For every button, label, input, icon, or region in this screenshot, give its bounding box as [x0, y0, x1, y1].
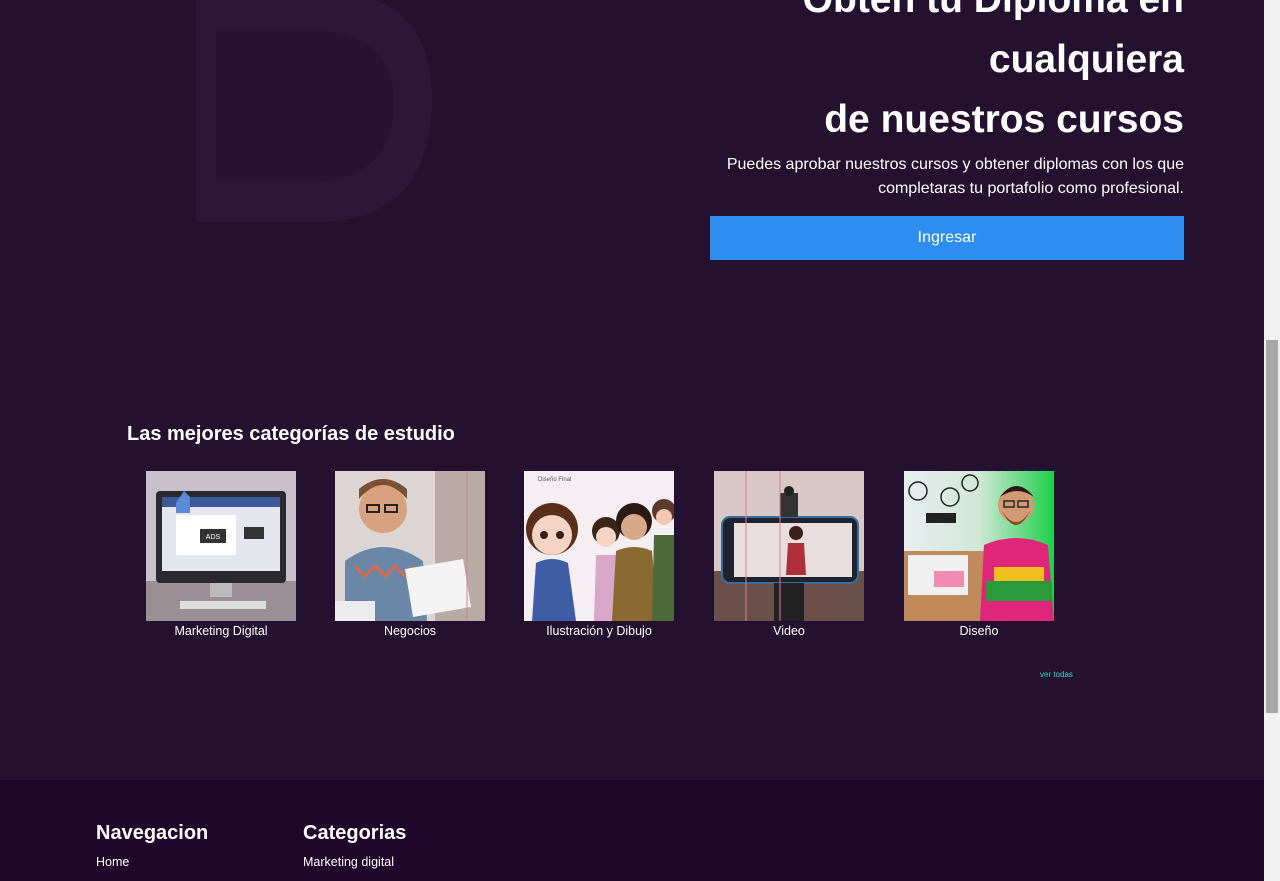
footer-nav-column: Navegacion Home — [96, 822, 208, 869]
footer-link-marketing-digital[interactable]: Marketing digital — [303, 855, 406, 869]
vertical-scrollbar[interactable] — [1264, 0, 1280, 881]
page: Obtén tu Diploma en cualquiera de nuestr… — [0, 0, 1264, 881]
category-label: Video — [773, 624, 805, 638]
svg-text:Diseño Final: Diseño Final — [538, 477, 571, 483]
hero-title: Obtén tu Diploma en cualquiera de nuestr… — [624, 0, 1184, 150]
category-ilustracion-dibujo[interactable]: Diseño Final Ilustración y Dibujo — [524, 471, 674, 638]
category-negocios[interactable]: Negocios — [335, 471, 485, 638]
category-diseno[interactable]: Diseño — [904, 471, 1054, 638]
video-image — [714, 471, 864, 621]
diseno-image — [904, 471, 1054, 621]
footer-categories-column: Categorias Marketing digital — [303, 822, 406, 869]
footer-link-home[interactable]: Home — [96, 855, 208, 869]
hero-title-line-3: de nuestros cursos — [824, 98, 1184, 141]
category-marketing-digital[interactable]: ADS Marketing Digital — [146, 471, 296, 638]
category-video[interactable]: Video — [714, 471, 864, 638]
category-label: Marketing Digital — [174, 624, 268, 638]
category-label: Ilustración y Dibujo — [546, 624, 652, 638]
category-label: Negocios — [383, 624, 437, 638]
decorative-letter-d — [196, 0, 433, 222]
negocios-image — [335, 471, 485, 621]
marketing-digital-image: ADS — [146, 471, 296, 621]
hero-title-line-1: Obtén tu Diploma en — [624, 0, 1184, 30]
footer: Navegacion Home Categorias Marketing dig… — [0, 780, 1264, 881]
svg-text:ADS: ADS — [206, 534, 221, 541]
categories-title: Las mejores categorías de estudio — [127, 423, 455, 445]
scrollbar-thumb[interactable] — [1266, 340, 1278, 713]
categories-grid: ADS Marketing Digital Negocios Diseño Fi… — [0, 471, 1264, 651]
category-label: Diseño — [959, 624, 999, 638]
footer-nav-title: Navegacion — [96, 822, 209, 844]
ilustracion-dibujo-image: Diseño Final — [524, 471, 674, 621]
hero-title-line-2: cualquiera — [988, 38, 1184, 81]
ver-todas-link[interactable]: ver todas — [1040, 670, 1073, 679]
hero-subtitle: Puedes aprobar nuestros cursos y obtener… — [726, 156, 1184, 197]
footer-categories-title: Categorias — [303, 822, 407, 844]
ingresar-button[interactable]: Ingresar — [710, 216, 1184, 260]
